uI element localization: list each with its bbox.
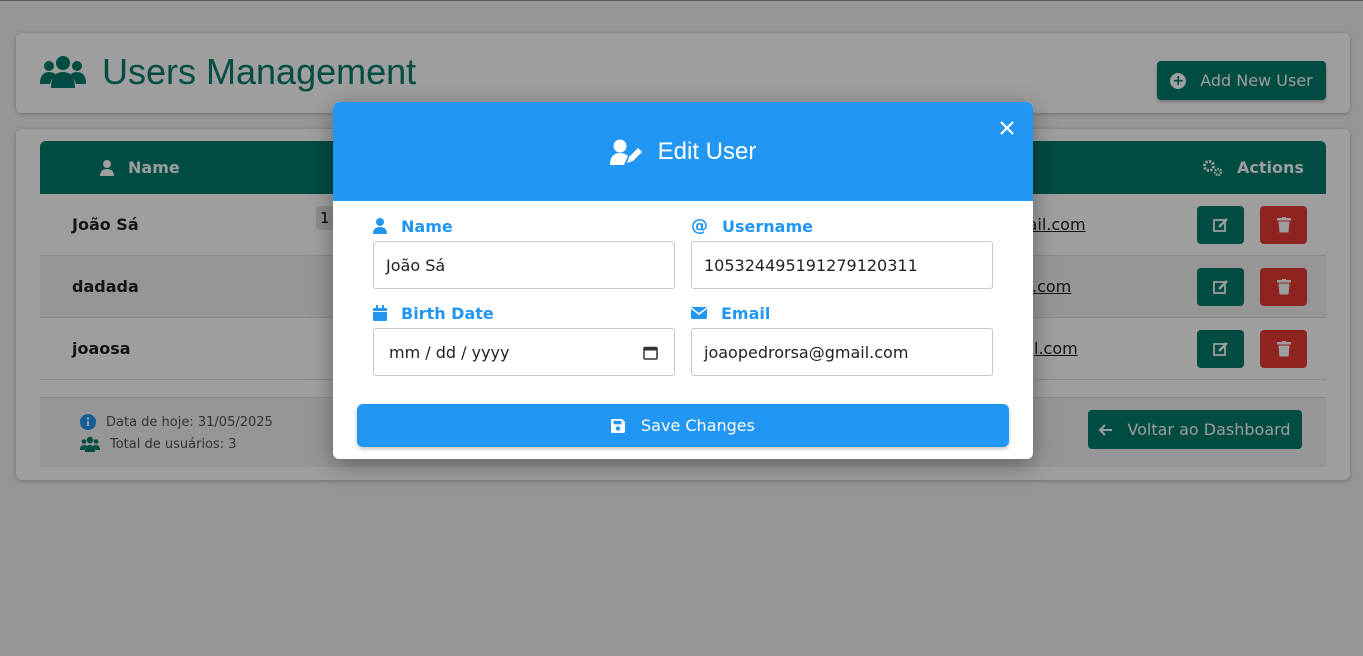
name-input[interactable]: João Sá xyxy=(373,241,675,289)
close-icon[interactable] xyxy=(997,118,1017,138)
user-icon xyxy=(373,218,387,234)
email-input[interactable]: joaopedrorsa@gmail.com xyxy=(691,328,993,376)
username-input[interactable]: 105324495191279120311 xyxy=(691,241,993,289)
calendar-picker-icon[interactable] xyxy=(643,345,658,360)
name-label-text: Name xyxy=(401,216,453,236)
birth-date-placeholder: mm / dd / yyyy xyxy=(389,342,510,362)
user-edit-icon xyxy=(609,139,642,165)
email-label: Email xyxy=(691,302,993,324)
save-changes-label: Save Changes xyxy=(641,416,755,435)
calendar-icon xyxy=(373,305,387,321)
birth-date-label-text: Birth Date xyxy=(401,303,494,323)
birth-date-label: Birth Date xyxy=(373,302,675,324)
username-label-text: Username xyxy=(722,216,813,236)
save-changes-button[interactable]: Save Changes xyxy=(357,404,1009,447)
birth-date-field-group: Birth Date mm / dd / yyyy xyxy=(373,302,675,376)
birth-date-input[interactable]: mm / dd / yyyy xyxy=(373,328,675,376)
edit-user-modal: Edit User Name João Sá @ Username 105324… xyxy=(333,102,1033,459)
modal-header: Edit User xyxy=(333,102,1033,201)
email-label-text: Email xyxy=(721,303,771,323)
save-icon xyxy=(611,418,626,433)
modal-title: Edit User xyxy=(657,137,757,165)
name-field-group: Name João Sá xyxy=(373,215,675,289)
username-field-group: @ Username 105324495191279120311 xyxy=(691,215,993,289)
at-icon: @ xyxy=(691,216,708,236)
email-field-group: Email joaopedrorsa@gmail.com xyxy=(691,302,993,376)
name-label: Name xyxy=(373,215,675,237)
username-label: @ Username xyxy=(691,215,993,237)
envelope-icon xyxy=(691,307,707,319)
